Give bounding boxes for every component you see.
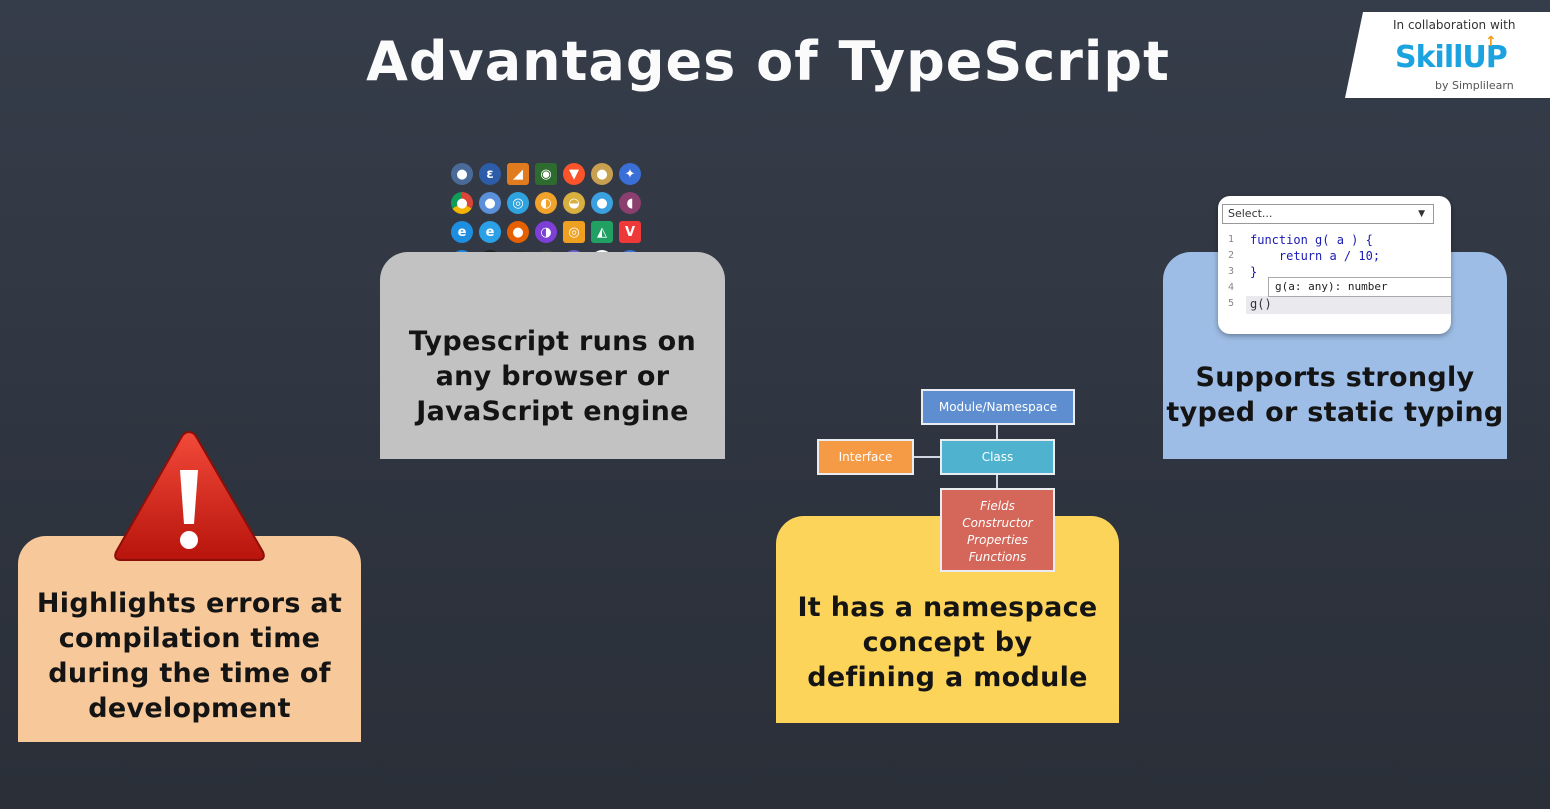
card-line: Typescript runs on [408,326,697,357]
diagram-members-box: Fields Constructor Properties Functions [940,488,1055,572]
chromium-icon: ● [479,192,501,214]
browser-icon: ● [591,192,613,214]
card-line: any browser or [435,361,670,392]
card-line: compilation time [58,623,321,654]
brave-icon: ▼ [563,163,585,185]
diagram-member: Fields [980,499,1015,513]
ie-icon: e [479,221,501,243]
firefox-icon: ● [507,221,529,243]
card-line: concept by [862,627,1033,658]
skillup-logo: In collaboration with SkillUP ↑ by Simpl… [1345,12,1550,98]
card-line: It has a namespace [797,592,1098,623]
warning-icon [114,430,265,561]
browser-icon: ◑ [535,221,557,243]
chevron-down-icon: ▼ [1418,209,1425,219]
up-arrow-icon: ↑ [1485,34,1497,50]
diagram-member: Functions [968,550,1027,564]
card-line: JavaScript engine [416,396,689,427]
browser-icon: ◢ [507,163,529,185]
browser-icon: ◐ [535,192,557,214]
card-line: Supports strongly [1195,362,1475,393]
diagram-connector [996,425,998,439]
browser-icon: ● [591,163,613,185]
vivaldi-icon: V [619,221,641,243]
code-lines: 1 function g( a ) { 2 return a / 10; 3} 4… [1228,232,1380,312]
browser-icon: ◖ [619,192,641,214]
browser-icon: ◎ [563,221,585,243]
card-line: development [88,693,291,724]
diagram-module-box: Module/Namespace [921,389,1075,425]
editor-select-value: Select... [1228,207,1273,220]
browser-icon: ◭ [591,221,613,243]
diagram-connector [914,456,940,458]
code-line: 2 return a / 10; [1228,249,1381,263]
card-browser-support: Typescript runs on any browser or JavaSc… [380,252,725,459]
card-line: during the time of [48,658,331,689]
browser-icon: ◒ [563,192,585,214]
diagram-connector [996,475,998,488]
editor-select[interactable]: Select... ▼ [1222,204,1434,224]
card-line: typed or static typing [1166,397,1504,428]
browser-icon: ✦ [619,163,641,185]
card-line: defining a module [807,662,1088,693]
diagram-class-box: Class [940,439,1055,475]
chrome-icon: ● [451,192,473,214]
card-highlights-errors: Highlights errors at compilation time du… [18,536,361,742]
code-editor: Select... ▼ 1 function g( a ) { 2 return … [1218,196,1451,334]
code-line[interactable]: 5 g() [1228,296,1380,312]
browser-icon: ● [451,163,473,185]
edge-icon: e [451,221,473,243]
diagram-interface-box: Interface [817,439,914,475]
card-line: Highlights errors at [36,588,343,619]
logo-by-text: by Simplilearn [1435,79,1514,92]
diagram-member: Properties [966,533,1029,547]
diagram-member: Constructor [962,516,1033,530]
browser-icon: ε [479,163,501,185]
browser-icon: ◉ [535,163,557,185]
page-title: Advantages of TypeScript [366,30,1170,93]
browser-icon: ◎ [507,192,529,214]
code-line: 1 function g( a ) { [1228,233,1373,247]
logo-collab-text: In collaboration with [1393,18,1516,32]
signature-hint: g(a: any): number [1268,277,1451,297]
